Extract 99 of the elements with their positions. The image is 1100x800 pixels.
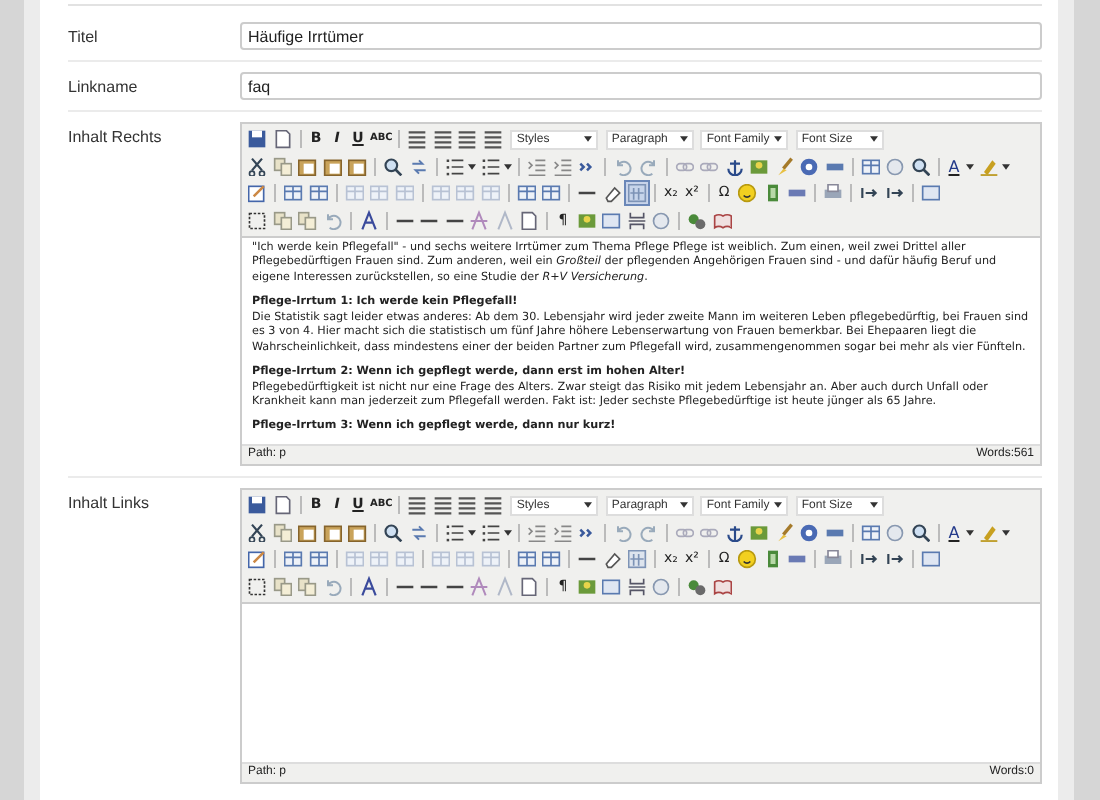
window-icon[interactable] [600,575,622,598]
edit-icon[interactable] [246,182,268,205]
field-label: Inhalt Rechts [68,126,164,146]
brush-icon[interactable] [773,521,795,544]
floppy-icon[interactable] [246,494,268,517]
caret-icon[interactable] [504,529,512,536]
table-icon[interactable] [307,548,329,571]
window-icon[interactable] [600,209,622,232]
caret-icon[interactable] [584,502,593,509]
text-field[interactable]: faq [240,72,1042,100]
align-icon[interactable] [481,494,504,517]
table-icon[interactable] [307,182,329,205]
table-icon[interactable] [859,521,881,544]
table-icon[interactable] [540,182,562,205]
clipboard-icon[interactable] [346,155,368,178]
toolbar-button[interactable]: A [945,521,963,544]
marker-icon[interactable] [977,521,999,544]
table-icon[interactable] [282,182,304,205]
caret-icon[interactable] [584,136,593,143]
table-icon[interactable] [515,548,537,571]
text-style-icon[interactable] [357,209,379,232]
align-icon[interactable] [431,128,454,151]
table-icon[interactable] [515,182,537,205]
caret-icon[interactable] [504,163,512,170]
page-break-icon[interactable] [625,575,647,598]
editor-content-area[interactable] [242,238,1040,444]
scissors-icon[interactable] [246,521,268,544]
page-icon[interactable] [271,128,293,151]
table-icon[interactable] [859,155,881,178]
gears-icon[interactable] [686,575,708,598]
search-icon[interactable] [382,521,404,544]
gears-icon[interactable] [686,209,708,232]
list-icon[interactable] [479,521,501,544]
clipboard-icon[interactable] [296,155,318,178]
list-icon[interactable] [443,521,465,544]
brush-icon[interactable] [773,155,795,178]
field-label: Linkname [68,76,140,96]
align-icon[interactable] [481,128,504,151]
floppy-icon[interactable] [246,128,268,151]
caret-icon[interactable] [468,163,476,170]
field-label: Titel [68,26,100,46]
toolbar-button[interactable]: A [945,155,963,178]
edit-icon[interactable] [246,548,268,571]
table-icon[interactable] [282,548,304,571]
help-icon[interactable] [798,155,820,178]
selection-icon[interactable] [246,209,268,232]
text-field[interactable]: Häufige Irrtümer [240,22,1042,50]
align-icon[interactable] [456,128,479,151]
align-icon[interactable] [431,494,454,517]
caret-icon[interactable] [774,136,783,143]
search-icon[interactable] [382,155,404,178]
align-icon[interactable] [406,128,429,151]
anchor-icon[interactable] [723,521,745,544]
scissors-icon[interactable] [246,155,268,178]
caret-icon[interactable] [1002,529,1010,536]
marker-icon[interactable] [977,155,999,178]
selection-icon[interactable] [246,575,268,598]
clipboard-icon[interactable] [321,155,343,178]
caret-icon[interactable] [966,529,974,536]
eraser-icon[interactable] [601,182,623,205]
copy-icon[interactable] [296,209,318,232]
page-icon[interactable] [271,494,293,517]
clipboard-icon[interactable] [321,521,343,544]
clipboard-icon[interactable] [296,521,318,544]
search-icon[interactable] [909,155,931,178]
caret-icon[interactable] [468,529,476,536]
caret-icon[interactable] [679,136,688,143]
window-icon[interactable] [919,182,941,205]
table-icon[interactable] [540,548,562,571]
caret-icon[interactable] [774,502,783,509]
smiley-icon[interactable] [736,548,758,571]
list-icon[interactable] [443,155,465,178]
text-style-icon[interactable] [357,575,379,598]
indent-icon[interactable] [526,521,548,544]
page-break-icon[interactable] [625,209,647,232]
anchor-icon[interactable] [723,155,745,178]
align-icon[interactable] [456,494,479,517]
align-icon[interactable] [406,494,429,517]
eraser-icon[interactable] [601,548,623,571]
indent-icon[interactable] [526,155,548,178]
window-icon[interactable] [919,548,941,571]
field-label: Inhalt Links [68,492,151,512]
list-icon[interactable] [479,155,501,178]
caret-icon[interactable] [966,163,974,170]
caret-icon[interactable] [679,502,688,509]
replace-icon[interactable] [407,521,429,544]
caret-icon[interactable] [869,502,878,509]
note-icon[interactable] [518,209,540,232]
caret-icon[interactable] [1002,163,1010,170]
help-icon[interactable] [798,521,820,544]
clipboard-icon[interactable] [346,521,368,544]
note-icon[interactable] [518,575,540,598]
replace-icon[interactable] [407,155,429,178]
caret-icon[interactable] [869,136,878,143]
book-icon[interactable] [711,209,733,232]
smiley-icon[interactable] [736,182,758,205]
book-icon[interactable] [711,575,733,598]
copy-icon[interactable] [296,575,318,598]
search-icon[interactable] [909,521,931,544]
